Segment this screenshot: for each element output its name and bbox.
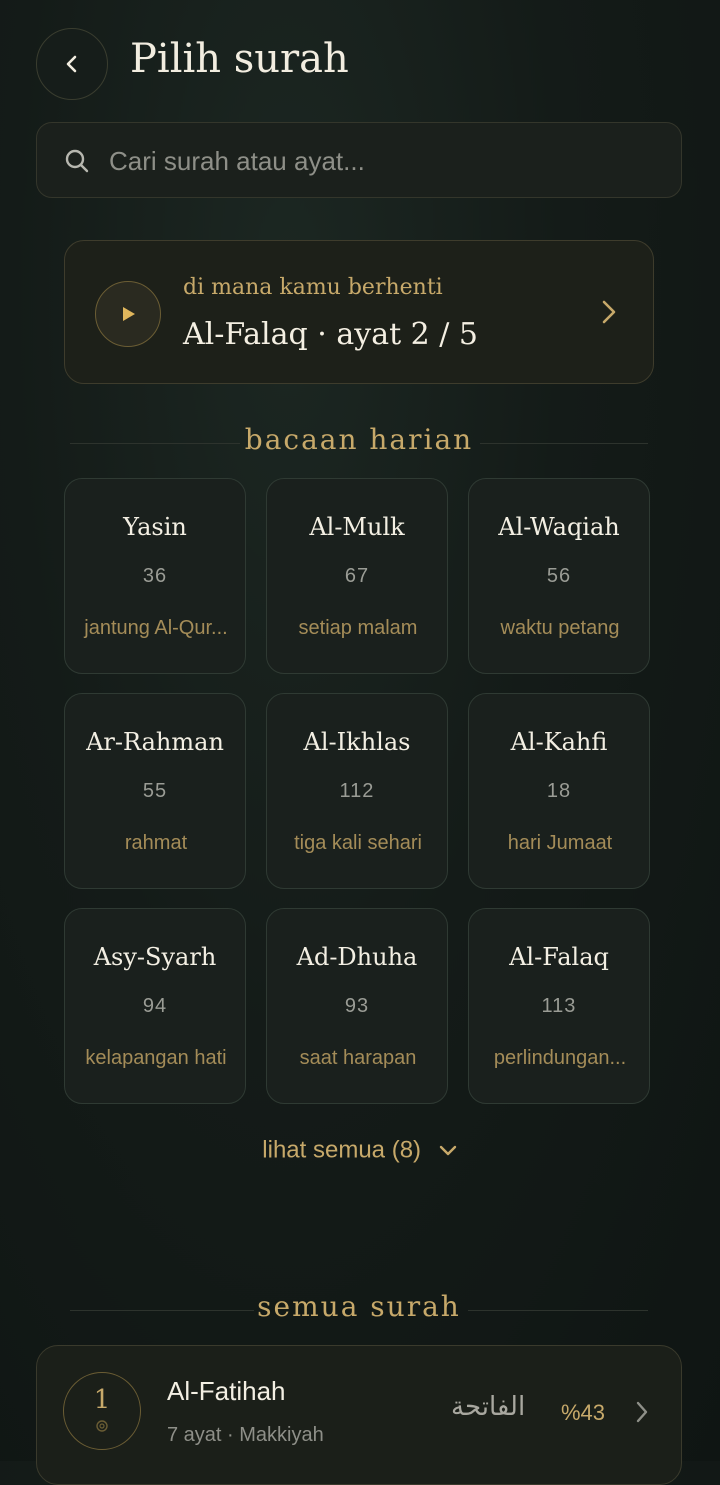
play-button[interactable]: [95, 281, 161, 347]
daily-card-ar-rahman[interactable]: Ar-Rahman 55 rahmat: [64, 693, 246, 889]
surah-number: 55: [142, 780, 168, 802]
resume-position: Al-Falaq · ayat 2 / 5: [183, 317, 479, 352]
header: Pilih surah: [0, 0, 720, 120]
all-surah-heading: semua surah: [257, 1290, 461, 1323]
surah-name: Al-Ikhlas: [303, 728, 411, 756]
resume-card[interactable]: di mana kamu berhenti Al-Falaq · ayat 2 …: [64, 240, 654, 384]
daily-card-asy-syarh[interactable]: Asy-Syarh 94 kelapangan hati: [64, 908, 246, 1104]
back-button[interactable]: [36, 28, 108, 100]
surah-meta: 7 ayat · Makkiyah: [167, 1424, 324, 1446]
chevron-right-icon: [602, 300, 616, 324]
surah-number: 67: [344, 565, 370, 587]
daily-heading: bacaan harian: [244, 423, 474, 456]
daily-card-yasin[interactable]: Yasin 36 jantung Al-Qur...: [64, 478, 246, 674]
surah-number: 94: [142, 995, 168, 1017]
surah-progress: %43: [561, 1400, 606, 1425]
surah-desc: tiga kali sehari: [294, 832, 422, 854]
surah-number-badge: 1: [63, 1372, 141, 1450]
daily-card-ad-dhuha[interactable]: Ad-Dhuha 93 saat harapan: [266, 908, 448, 1104]
surah-desc: kelapangan hati: [85, 1047, 227, 1069]
surah-name: Al-Falaq: [509, 943, 609, 971]
see-all-label: lihat semua (8): [262, 1136, 422, 1164]
surah-number: 1: [93, 1385, 111, 1415]
surah-name: Al-Mulk: [309, 513, 405, 541]
surah-number: 93: [344, 995, 370, 1017]
daily-card-al-mulk[interactable]: Al-Mulk 67 setiap malam: [266, 478, 448, 674]
surah-number: 56: [546, 565, 572, 587]
surah-number: 36: [142, 565, 168, 587]
surah-number: 112: [339, 780, 375, 802]
spiral-icon: [96, 1420, 108, 1432]
see-all-button[interactable]: lihat semua (8): [0, 1136, 720, 1165]
surah-name: Ad-Dhuha: [296, 943, 418, 971]
surah-name: Al-Fatihah: [167, 1376, 286, 1406]
search-icon: [65, 149, 89, 173]
surah-name: Al-Kahfi: [510, 728, 608, 756]
daily-card-al-falaq[interactable]: Al-Falaq 113 perlindungan...: [468, 908, 650, 1104]
surah-desc: perlindungan...: [493, 1047, 627, 1069]
surah-name: Yasin: [123, 513, 187, 541]
surah-number: 113: [541, 995, 577, 1017]
surah-list-item[interactable]: 1 Al-Fatihah 7 ayat · Makkiyah الفاتحة %…: [36, 1345, 682, 1485]
surah-desc: saat harapan: [299, 1047, 417, 1069]
chevron-down-icon: [439, 1145, 456, 1155]
daily-card-al-waqiah[interactable]: Al-Waqiah 56 waktu petang: [468, 478, 650, 674]
play-icon: [123, 307, 135, 321]
surah-number: 18: [546, 780, 572, 802]
surah-desc: setiap malam: [298, 617, 418, 639]
daily-section-heading: bacaan harian: [70, 423, 648, 463]
all-surah-section-heading: semua surah: [70, 1290, 648, 1330]
surah-arabic-name: الفاتحة: [451, 1392, 526, 1422]
surah-desc: waktu petang: [500, 617, 620, 639]
surah-name: Ar-Rahman: [86, 728, 224, 756]
search-bar[interactable]: [36, 122, 682, 199]
search-input[interactable]: [109, 123, 649, 199]
surah-desc: rahmat: [124, 832, 188, 854]
page-title: Pilih surah: [130, 36, 349, 82]
surah-desc: hari Jumaat: [507, 832, 613, 854]
chevron-left-icon: [66, 55, 77, 73]
daily-card-al-kahfi[interactable]: Al-Kahfi 18 hari Jumaat: [468, 693, 650, 889]
divider: [468, 1310, 648, 1311]
surah-name: Asy-Syarh: [93, 943, 217, 971]
surah-name: Al-Waqiah: [498, 513, 620, 541]
chevron-right-icon: [636, 1401, 648, 1423]
resume-label: di mana kamu berhenti: [183, 275, 443, 300]
surah-desc: jantung Al-Qur...: [84, 617, 228, 639]
daily-card-al-ikhlas[interactable]: Al-Ikhlas 112 tiga kali sehari: [266, 693, 448, 889]
divider: [480, 443, 648, 444]
